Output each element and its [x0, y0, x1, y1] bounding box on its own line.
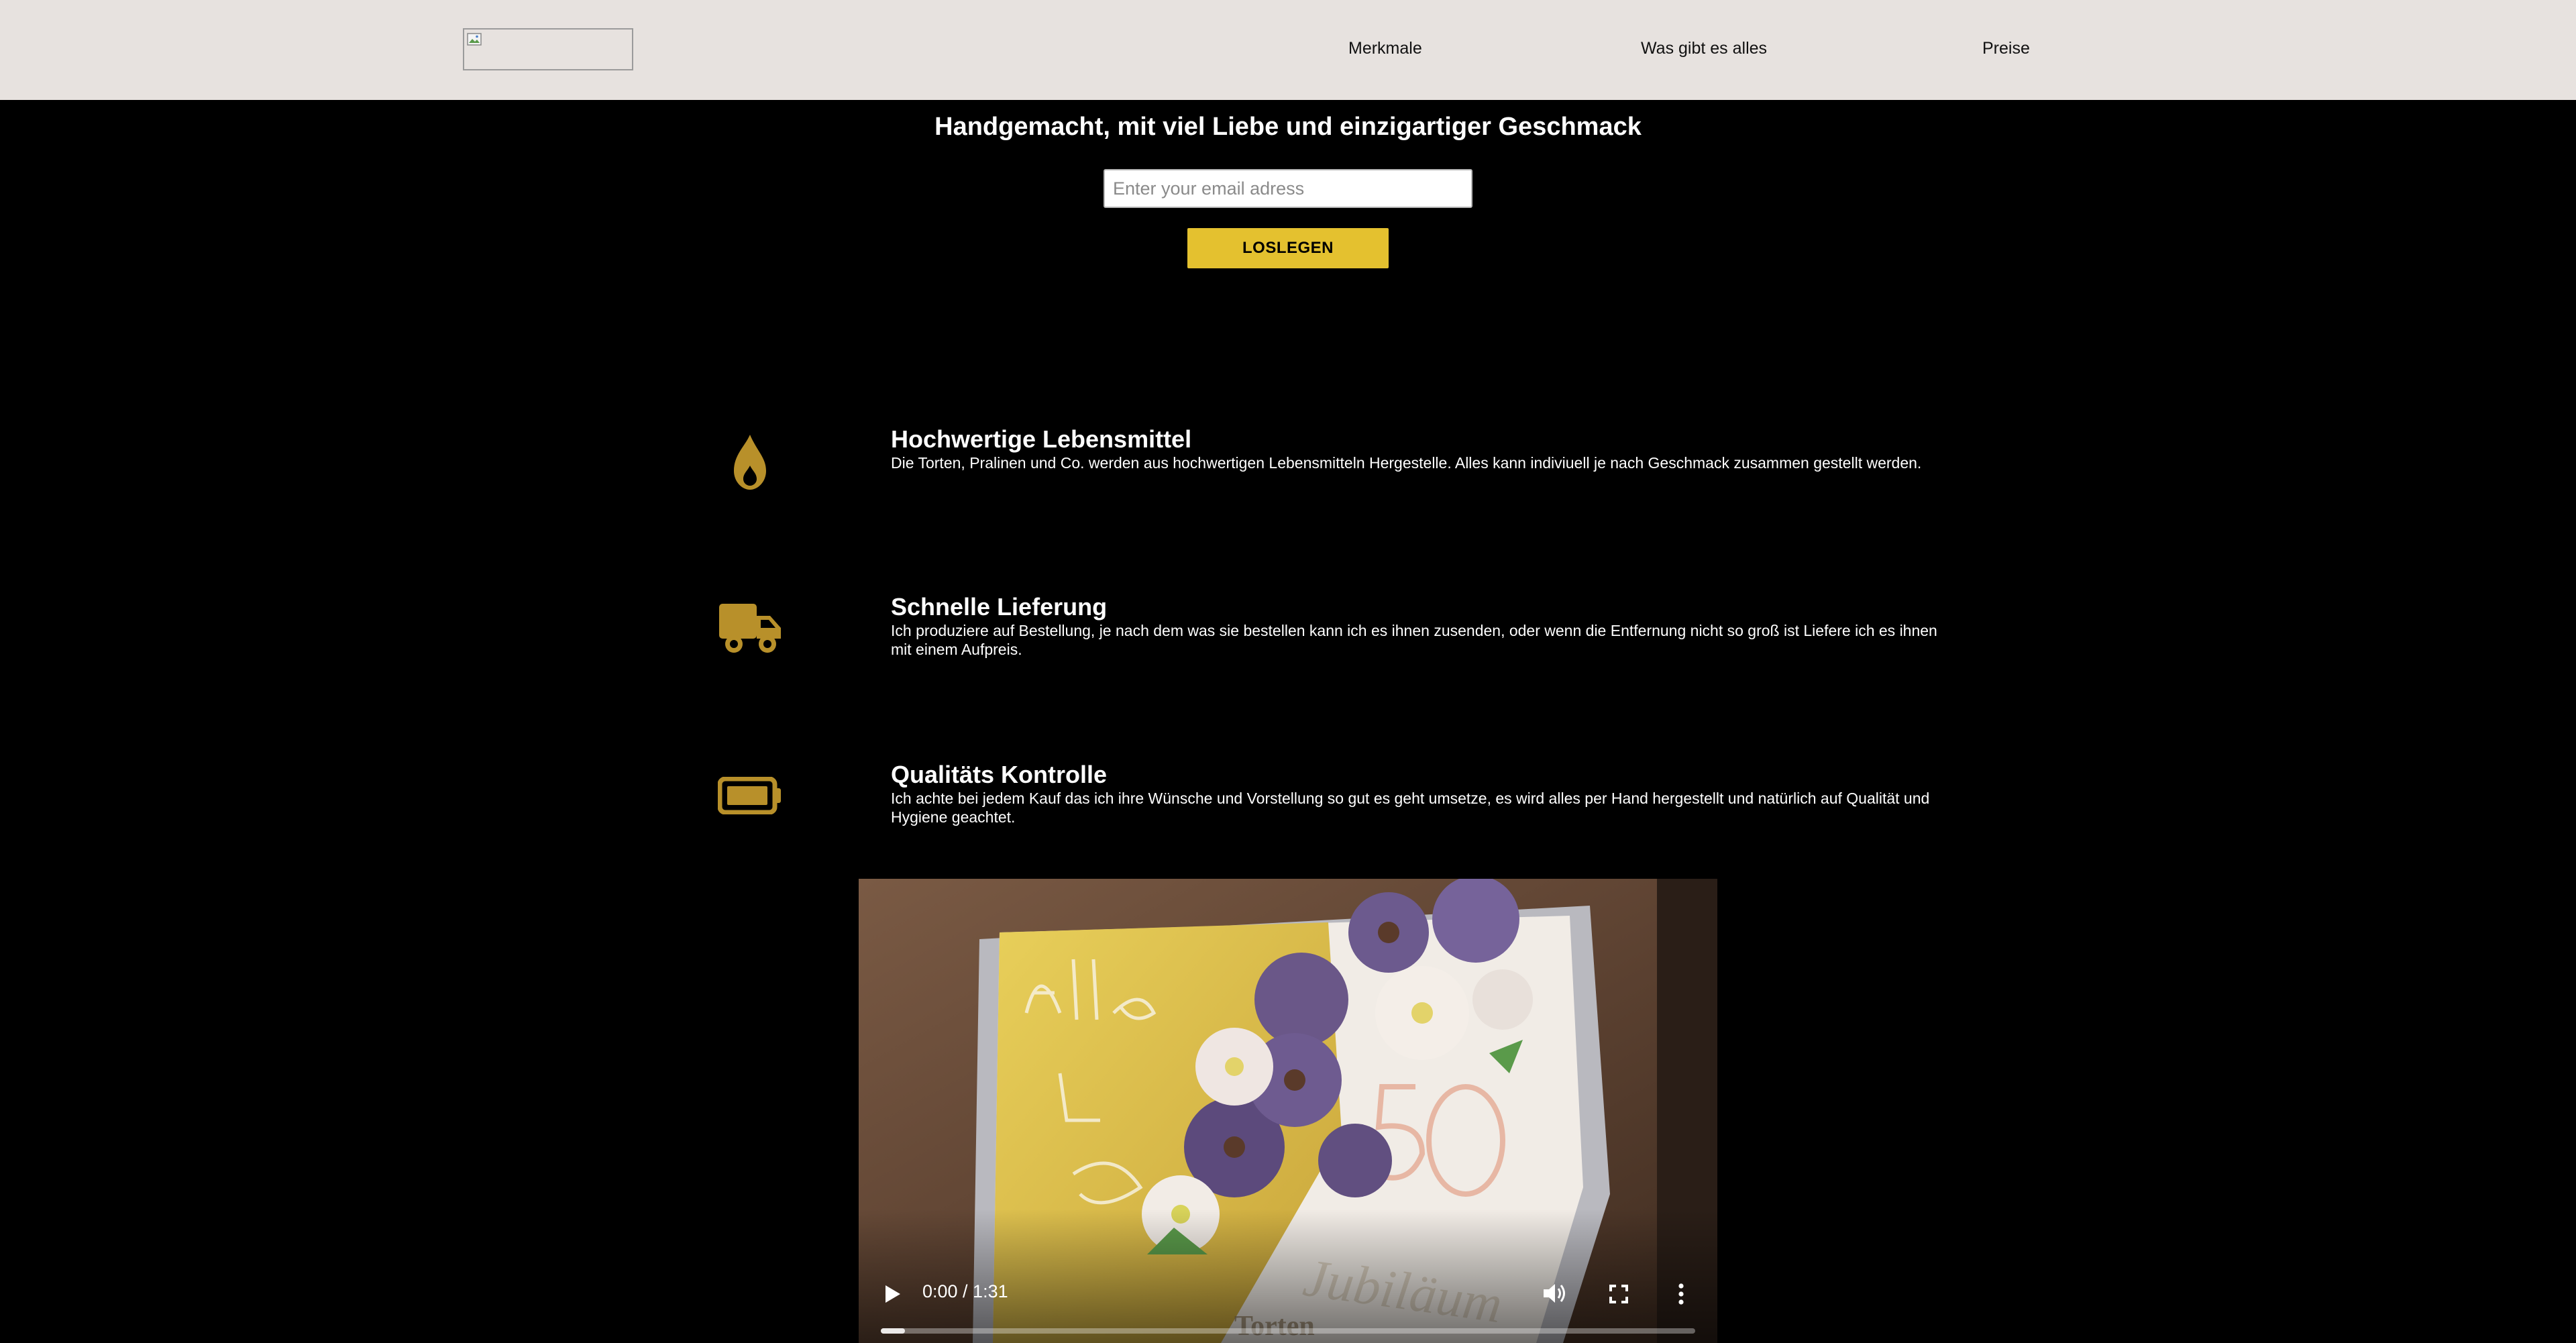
flame-icon — [734, 435, 766, 490]
loslegen-button[interactable]: LOSLEGEN — [1187, 228, 1389, 268]
video-controls-overlay — [859, 1209, 1717, 1343]
logo-image[interactable] — [463, 28, 633, 70]
broken-image-icon — [467, 33, 482, 46]
truck-icon — [719, 604, 781, 653]
video-time: 0:00 / 1:31 — [922, 1281, 1008, 1301]
top-navbar: Merkmale Was gibt es alles Preise — [0, 0, 2576, 100]
hero-title: Handgemacht, mit viel Liebe und einzigar… — [934, 113, 1642, 141]
feature-description: Die Torten, Pralinen und Co. werden aus … — [891, 454, 1922, 472]
more-options-icon[interactable] — [1677, 1283, 1685, 1305]
video-player[interactable]: Jubiläum Torten 0:00 / 1:31 — [859, 879, 1717, 1343]
progress-buffered — [881, 1328, 905, 1334]
nav-link-was-gibt-es-alles[interactable]: Was gibt es alles — [1641, 39, 1767, 58]
nav-link-merkmale[interactable]: Merkmale — [1348, 39, 1422, 58]
email-input[interactable] — [1104, 169, 1472, 208]
battery-icon — [718, 777, 781, 814]
fullscreen-icon[interactable] — [1609, 1284, 1629, 1304]
feature-description: Ich produziere auf Bestellung, je nach d… — [891, 622, 1937, 658]
feature-title: Hochwertige Lebensmittel — [891, 425, 1192, 453]
feature-description: Ich achte bei jedem Kauf das ich ihre Wü… — [891, 790, 1930, 826]
feature-title: Qualitäts Kontrolle — [891, 761, 1108, 788]
feature-title: Schnelle Lieferung — [891, 593, 1108, 621]
video-progress-bar[interactable] — [881, 1328, 1695, 1334]
volume-icon[interactable] — [1542, 1281, 1568, 1305]
nav-link-preise[interactable]: Preise — [1982, 39, 2030, 58]
play-icon[interactable] — [883, 1284, 902, 1304]
